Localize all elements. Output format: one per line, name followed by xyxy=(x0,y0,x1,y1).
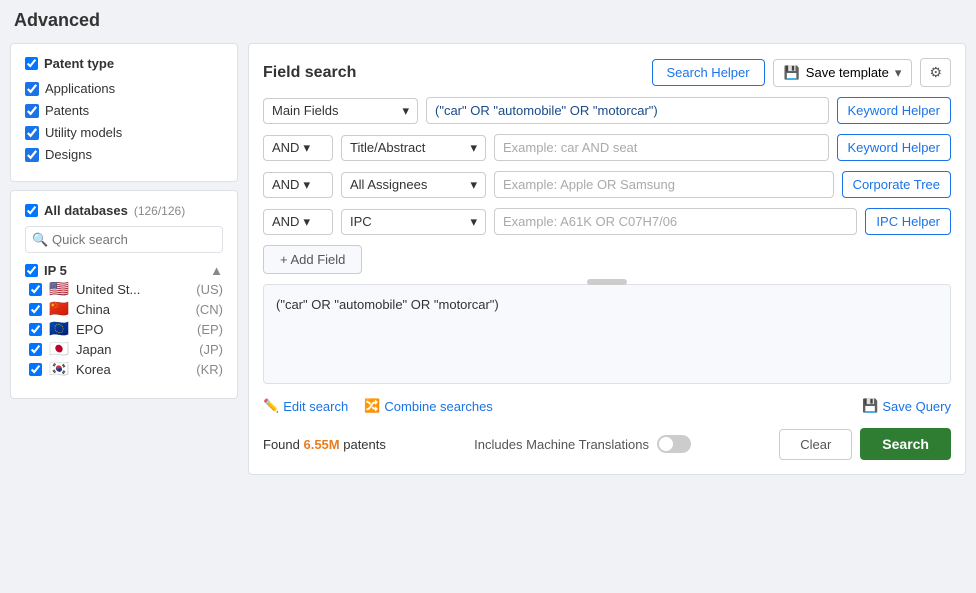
checkbox-applications[interactable]: Applications xyxy=(25,81,223,96)
operator-select-2[interactable]: AND ▾ xyxy=(263,135,333,161)
chevron-down-icon-1: ▾ xyxy=(402,103,409,119)
page-title: Advanced xyxy=(10,10,966,31)
edit-search-button[interactable]: ✏️ Edit search xyxy=(263,398,348,414)
patent-type-box: Patent type Applications Patents Utility… xyxy=(10,43,238,182)
query-preview: ("car" OR "automobile" OR "motorcar") xyxy=(263,284,951,384)
search-button[interactable]: Search xyxy=(860,428,951,460)
flag-ep: 🇪🇺 xyxy=(48,323,70,337)
save-icon: 💾 xyxy=(784,65,800,81)
field-select-1[interactable]: Main Fields ▾ xyxy=(263,98,418,124)
operator-select-3[interactable]: AND ▾ xyxy=(263,172,333,198)
field-input-1[interactable] xyxy=(426,97,829,124)
save-template-button[interactable]: 💾 Save template xyxy=(773,59,913,87)
bottom-left-actions: ✏️ Edit search 🔀 Combine searches xyxy=(263,398,493,414)
all-databases-checkbox[interactable] xyxy=(25,204,38,217)
save-template-dropdown-arrow xyxy=(895,65,902,81)
query-preview-drag-handle[interactable] xyxy=(587,279,627,285)
edit-icon: ✏️ xyxy=(263,398,279,414)
search-clear-group: Clear Search xyxy=(779,428,951,460)
search-row-1: Main Fields ▾ Keyword Helper xyxy=(263,97,951,124)
ipc-helper-btn[interactable]: IPC Helper xyxy=(865,208,951,235)
patent-type-label: Patent type xyxy=(44,56,114,71)
db-item-kr[interactable]: 🇰🇷 Korea (KR) xyxy=(25,362,223,377)
save-query-button[interactable]: 💾 Save Query xyxy=(862,398,951,414)
quick-search-wrap: 🔍 xyxy=(25,226,223,253)
patent-type-header: Patent type xyxy=(25,56,223,71)
db-group-ip5: IP 5 ▲ 🇺🇸 United St... (US) xyxy=(25,263,223,382)
db-group-ip5-header: IP 5 ▲ xyxy=(25,263,223,278)
field-select-4[interactable]: IPC ▾ xyxy=(341,209,486,235)
chevron-down-icon-field-3: ▾ xyxy=(470,177,477,193)
found-count: 6.55M xyxy=(303,437,339,452)
search-row-3: AND ▾ All Assignees ▾ Corporate Tree xyxy=(263,171,951,198)
right-panel: Field search Search Helper 💾 Save templa… xyxy=(248,43,966,475)
db-item-ep[interactable]: 🇪🇺 EPO (EP) xyxy=(25,322,223,337)
keyword-helper-btn-2[interactable]: Keyword Helper xyxy=(837,134,952,161)
db-list-ip5: 🇺🇸 United St... (US) 🇨🇳 China (CN) xyxy=(25,282,223,382)
field-search-title: Field search xyxy=(263,64,356,82)
field-select-3[interactable]: All Assignees ▾ xyxy=(341,172,486,198)
left-panel: Patent type Applications Patents Utility… xyxy=(10,43,238,475)
chevron-down-icon-field-4: ▾ xyxy=(470,214,477,230)
flag-kr: 🇰🇷 xyxy=(48,363,70,377)
search-row-4: AND ▾ IPC ▾ IPC Helper xyxy=(263,208,951,235)
chevron-down-icon-field-2: ▾ xyxy=(470,140,477,156)
add-field-button[interactable]: + Add Field xyxy=(263,245,362,274)
chevron-down-icon-4: ▾ xyxy=(303,214,310,230)
bottom-search-row: Found 6.55M patents Includes Machine Tra… xyxy=(263,424,951,460)
combine-searches-button[interactable]: 🔀 Combine searches xyxy=(364,398,493,414)
field-search-header: Field search Search Helper 💾 Save templa… xyxy=(263,58,951,87)
save-query-icon: 💾 xyxy=(862,398,878,414)
field-input-3[interactable] xyxy=(494,171,834,198)
db-item-cn[interactable]: 🇨🇳 China (CN) xyxy=(25,302,223,317)
corporate-tree-btn[interactable]: Corporate Tree xyxy=(842,171,951,198)
checkbox-designs[interactable]: Designs xyxy=(25,147,223,162)
found-text: Found 6.55M patents xyxy=(263,437,386,452)
query-preview-text: ("car" OR "automobile" OR "motorcar") xyxy=(276,297,499,312)
machine-translations: Includes Machine Translations xyxy=(474,435,691,453)
page-wrapper: Advanced Patent type Applications Patent… xyxy=(0,0,976,593)
chevron-down-icon-2: ▾ xyxy=(303,140,310,156)
machine-translations-toggle[interactable] xyxy=(657,435,691,453)
combine-icon: 🔀 xyxy=(364,398,380,414)
field-input-2[interactable] xyxy=(494,134,829,161)
db-item-jp[interactable]: 🇯🇵 Japan (JP) xyxy=(25,342,223,357)
ip5-collapse-icon[interactable]: ▲ xyxy=(210,263,223,278)
search-row-2: AND ▾ Title/Abstract ▾ Keyword Helper xyxy=(263,134,951,161)
field-select-2[interactable]: Title/Abstract ▾ xyxy=(341,135,486,161)
quick-search-input[interactable] xyxy=(25,226,223,253)
checkbox-patents[interactable]: Patents xyxy=(25,103,223,118)
ip5-group-checkbox[interactable] xyxy=(25,264,38,277)
db-item-us[interactable]: 🇺🇸 United St... (US) xyxy=(25,282,223,297)
field-input-4[interactable] xyxy=(494,208,857,235)
search-helper-button[interactable]: Search Helper xyxy=(652,59,765,86)
all-databases-header: All databases (126/126) xyxy=(25,203,223,218)
gear-button[interactable]: ⚙ xyxy=(920,58,951,87)
flag-jp: 🇯🇵 xyxy=(48,343,70,357)
patent-type-master-checkbox[interactable] xyxy=(25,57,38,70)
flag-us: 🇺🇸 xyxy=(48,283,70,297)
operator-select-4[interactable]: AND ▾ xyxy=(263,209,333,235)
search-icon: 🔍 xyxy=(32,232,48,248)
checkbox-utility-models[interactable]: Utility models xyxy=(25,125,223,140)
header-buttons: Search Helper 💾 Save template ⚙ xyxy=(652,58,952,87)
flag-cn: 🇨🇳 xyxy=(48,303,70,317)
bottom-actions-row: ✏️ Edit search 🔀 Combine searches 💾 Save… xyxy=(263,394,951,414)
chevron-down-icon-3: ▾ xyxy=(303,177,310,193)
main-layout: Patent type Applications Patents Utility… xyxy=(10,43,966,475)
keyword-helper-btn-1[interactable]: Keyword Helper xyxy=(837,97,952,124)
clear-button[interactable]: Clear xyxy=(779,429,852,460)
databases-box: All databases (126/126) 🔍 IP 5 ▲ xyxy=(10,190,238,399)
